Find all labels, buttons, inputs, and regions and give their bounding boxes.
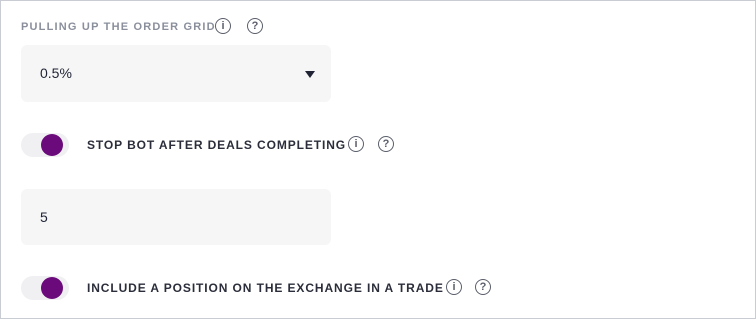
help-icon[interactable]: ? [247, 18, 263, 34]
info-icon[interactable]: i [446, 279, 462, 295]
info-icon[interactable]: i [215, 18, 231, 34]
deals-count-value: 5 [40, 209, 48, 225]
help-icon[interactable]: ? [378, 136, 394, 152]
order-grid-label: PULLING UP THE ORDER GRID [21, 21, 216, 33]
stop-bot-toggle[interactable] [21, 133, 69, 157]
deals-count-input[interactable]: 5 [21, 189, 331, 245]
order-grid-select-value: 0.5% [40, 65, 72, 81]
stop-bot-label: STOP BOT AFTER DEALS COMPLETING [87, 138, 347, 152]
info-icon[interactable]: i [348, 136, 364, 152]
settings-panel: PULLING UP THE ORDER GRID i ? 0.5% STOP … [0, 0, 756, 319]
chevron-down-icon [305, 71, 315, 78]
toggle-knob [41, 134, 63, 156]
help-icon[interactable]: ? [475, 279, 491, 295]
include-position-toggle[interactable] [21, 276, 69, 300]
toggle-knob [41, 277, 63, 299]
order-grid-select[interactable]: 0.5% [21, 45, 331, 102]
include-position-label: INCLUDE A POSITION ON THE EXCHANGE IN A … [87, 281, 444, 295]
